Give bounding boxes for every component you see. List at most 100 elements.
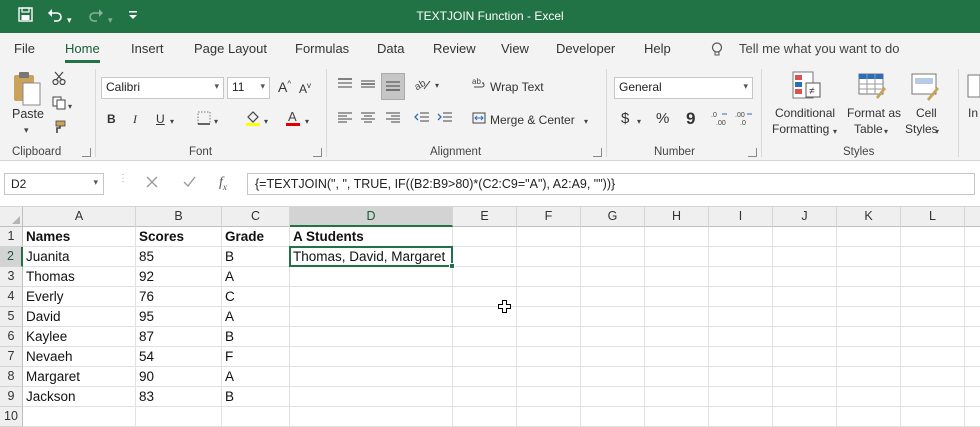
cell-j9[interactable] [773, 387, 837, 407]
cell-e8[interactable] [453, 367, 517, 387]
enter-icon[interactable] [183, 175, 196, 191]
number-format-select[interactable]: General ▾ [614, 77, 753, 99]
cell-l4[interactable] [901, 287, 965, 307]
cell-h7[interactable] [645, 347, 709, 367]
cell-e9[interactable] [453, 387, 517, 407]
cell-b1[interactable]: Scores [136, 227, 222, 247]
cell-b7[interactable]: 54 [136, 347, 222, 367]
select-all-button[interactable] [0, 207, 23, 227]
row-header-3[interactable]: 3 [0, 267, 23, 287]
wrap-text-button[interactable]: Wrap Text [490, 80, 544, 94]
fill-color-icon[interactable] [245, 109, 261, 130]
cell-e10[interactable] [453, 407, 517, 427]
orientation-icon[interactable]: ab [413, 77, 432, 94]
format-as-table-dropdown-icon[interactable]: ▾ [884, 125, 888, 139]
font-color-dropdown-icon[interactable]: ▾ [305, 115, 309, 129]
cell-m4[interactable] [965, 287, 980, 307]
wrap-text-icon[interactable]: ab [472, 77, 486, 94]
insert-cells-icon[interactable] [967, 73, 980, 102]
cell-styles-dropdown-icon[interactable]: ▾ [935, 125, 939, 139]
cell-a1[interactable]: Names [23, 227, 136, 247]
orientation-dropdown-icon[interactable]: ▾ [435, 79, 439, 93]
cell-f7[interactable] [517, 347, 581, 367]
cell-a7[interactable]: Nevaeh [23, 347, 136, 367]
cell-b9[interactable]: 83 [136, 387, 222, 407]
cell-h5[interactable] [645, 307, 709, 327]
column-header-c[interactable]: C [222, 207, 290, 227]
cell-l2[interactable] [901, 247, 965, 267]
cell-i9[interactable] [709, 387, 773, 407]
format-as-table-label[interactable]: Format as [847, 106, 901, 120]
cell-b8[interactable]: 90 [136, 367, 222, 387]
cell-styles-sublabel[interactable]: Styles [905, 122, 938, 136]
cell-j4[interactable] [773, 287, 837, 307]
copy-icon[interactable] [52, 96, 66, 113]
font-name-select[interactable]: Calibri ▾ [101, 77, 224, 99]
cell-m1[interactable] [965, 227, 980, 247]
cell-c7[interactable]: F [222, 347, 290, 367]
cell-d9[interactable] [290, 387, 453, 407]
cell-h10[interactable] [645, 407, 709, 427]
cell-j8[interactable] [773, 367, 837, 387]
cell-j6[interactable] [773, 327, 837, 347]
bold-button[interactable]: B [107, 112, 116, 126]
cell-i1[interactable] [709, 227, 773, 247]
conditional-formatting-sublabel[interactable]: Formatting [772, 122, 829, 136]
decrease-decimal-icon[interactable]: .00.0 [735, 110, 753, 129]
cell-l5[interactable] [901, 307, 965, 327]
cell-k5[interactable] [837, 307, 901, 327]
cell-j3[interactable] [773, 267, 837, 287]
column-header-l[interactable]: L [901, 207, 965, 227]
decrease-font-size-button[interactable]: Av [299, 81, 311, 96]
italic-button[interactable]: I [133, 112, 137, 127]
tab-view[interactable]: View [501, 41, 529, 56]
cell-f3[interactable] [517, 267, 581, 287]
cell-g1[interactable] [581, 227, 645, 247]
cell-d5[interactable] [290, 307, 453, 327]
conditional-formatting-label[interactable]: Conditional [775, 106, 835, 120]
cut-icon[interactable] [52, 71, 66, 88]
font-launcher-icon[interactable] [313, 148, 322, 157]
cell-h1[interactable] [645, 227, 709, 247]
cell-j1[interactable] [773, 227, 837, 247]
cell-k10[interactable] [837, 407, 901, 427]
cell-i10[interactable] [709, 407, 773, 427]
row-header-8[interactable]: 8 [0, 367, 23, 387]
cell-h2[interactable] [645, 247, 709, 267]
cell-k9[interactable] [837, 387, 901, 407]
name-box[interactable]: D2 ▾ [4, 173, 104, 195]
cell-g2[interactable] [581, 247, 645, 267]
cell-g6[interactable] [581, 327, 645, 347]
format-as-table-sublabel[interactable]: Table [854, 122, 883, 136]
cell-a10[interactable] [23, 407, 136, 427]
number-launcher-icon[interactable] [748, 148, 757, 157]
column-header-g[interactable]: G [581, 207, 645, 227]
cell-l8[interactable] [901, 367, 965, 387]
borders-dropdown-icon[interactable]: ▾ [214, 115, 218, 129]
column-header-h[interactable]: H [645, 207, 709, 227]
font-size-select[interactable]: 11 ▾ [227, 77, 270, 99]
tab-formulas[interactable]: Formulas [295, 41, 349, 56]
cell-j10[interactable] [773, 407, 837, 427]
cell-f4[interactable] [517, 287, 581, 307]
top-align-icon[interactable] [337, 77, 353, 94]
insert-cells-label[interactable]: In [968, 106, 978, 120]
cell-k3[interactable] [837, 267, 901, 287]
cell-styles-label[interactable]: Cell [916, 106, 937, 120]
cell-a5[interactable]: David [23, 307, 136, 327]
cell-b3[interactable]: 92 [136, 267, 222, 287]
cell-f2[interactable] [517, 247, 581, 267]
cell-m6[interactable] [965, 327, 980, 347]
cell-h4[interactable] [645, 287, 709, 307]
cell-i7[interactable] [709, 347, 773, 367]
tab-data[interactable]: Data [377, 41, 404, 56]
format-painter-icon[interactable] [52, 120, 66, 137]
cell-e1[interactable] [453, 227, 517, 247]
cell-c2[interactable]: B [222, 247, 290, 267]
cell-k4[interactable] [837, 287, 901, 307]
column-header-e[interactable]: E [453, 207, 517, 227]
cell-e2[interactable] [453, 247, 517, 267]
underline-dropdown-icon[interactable]: ▾ [170, 115, 174, 129]
cell-c6[interactable]: B [222, 327, 290, 347]
merge-dropdown-icon[interactable]: ▾ [584, 115, 588, 129]
